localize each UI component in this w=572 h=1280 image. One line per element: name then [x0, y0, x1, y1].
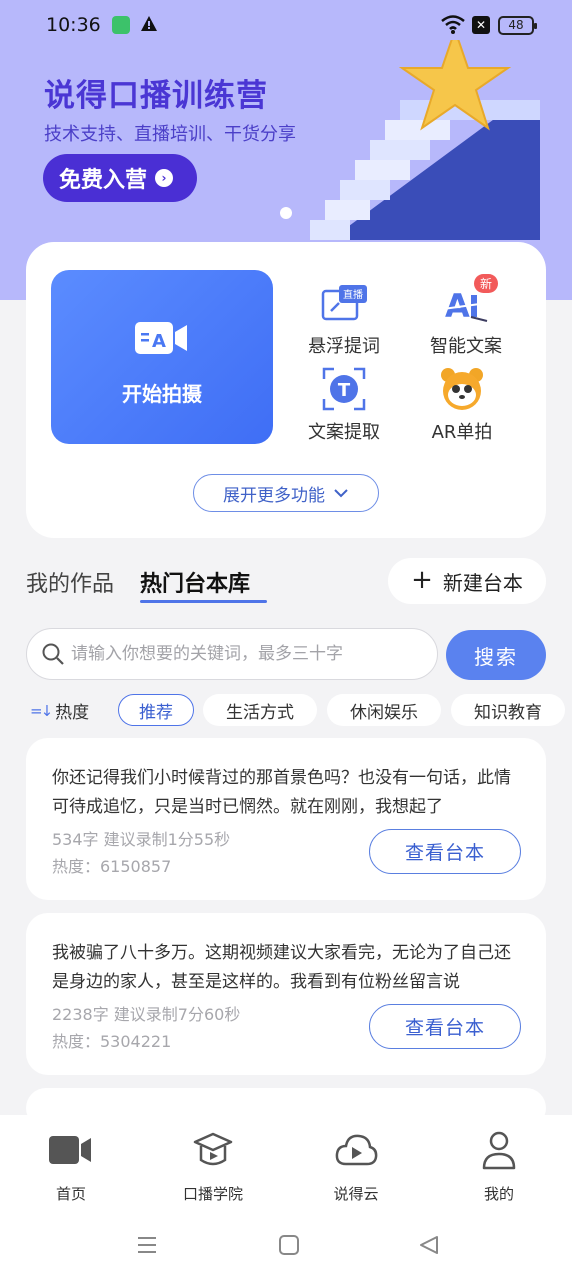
text-extract-button[interactable]: T 文案提取 [284, 366, 404, 444]
start-shooting-label: 开始拍摄 [122, 382, 202, 406]
bottom-nav: 首页 口播学院 说得云 我的 [0, 1115, 572, 1220]
script-excerpt: 你还记得我们小时候背过的那首景色吗？也没有一句话，此情可待成追忆，只是当时已惘然… [52, 768, 511, 817]
svg-text:A: A [152, 331, 166, 352]
tab-hot-scripts[interactable]: 热门台本库 [140, 566, 250, 598]
sort-by-heat[interactable]: =↓ 热度 [30, 698, 90, 724]
free-join-label: 免费入营 [59, 168, 148, 193]
text-extract-icon: T [322, 367, 366, 411]
banner-subtitle: 技术支持、直播培训、干货分享 [44, 124, 296, 145]
sort-label: 热度 [55, 703, 90, 723]
back-triangle-icon[interactable] [418, 1234, 440, 1256]
search-button[interactable]: 搜索 [446, 630, 546, 680]
chevron-down-icon [334, 489, 348, 498]
script-excerpt: 我被骗了八十多万。这期视频建议大家看完，无论为了自己还是身边的家人，甚至是这样的… [52, 943, 511, 992]
tab-active-indicator [140, 600, 267, 603]
nav-profile[interactable]: 我的 [454, 1127, 544, 1204]
ar-single-shot-label: AR单拍 [431, 422, 493, 443]
chip-education[interactable]: 知识教育 [451, 694, 565, 726]
nav-academy[interactable]: 口播学院 [168, 1127, 258, 1204]
text-camera-icon: A [135, 322, 187, 354]
feature-card: A 开始拍摄 直播 悬浮提词 A 新 智能文案 T 文案提取 AR单拍 展开更多… [26, 242, 546, 538]
close-box-icon: ✕ [472, 16, 490, 34]
ai-copywriting-button[interactable]: A 新 智能文案 [406, 274, 526, 358]
ar-panda-icon [441, 368, 483, 410]
expand-more-label: 展开更多功能 [223, 485, 325, 506]
nav-home-label: 首页 [55, 1185, 86, 1203]
system-nav-bar [0, 1220, 572, 1280]
script-heat: 热度：5304221 [52, 1032, 172, 1051]
floating-prompter-label: 悬浮提词 [308, 336, 380, 357]
floating-prompter-button[interactable]: 直播 悬浮提词 [284, 280, 404, 358]
sort-icon: =↓ [30, 701, 53, 720]
nav-cloud-label: 说得云 [333, 1185, 379, 1203]
wifi-icon [441, 15, 465, 34]
plus-icon: + [411, 565, 433, 595]
new-script-button[interactable]: + 新建台本 [388, 558, 546, 604]
script-meta: 2238字 建议录制7分60秒 热度：5304221 [52, 1001, 240, 1055]
script-meta: 534字 建议录制1分55秒 热度：6150857 [52, 826, 230, 880]
floating-prompter-icon: 直播 [321, 285, 367, 321]
chip-lifestyle[interactable]: 生活方式 [203, 694, 317, 726]
view-script-button[interactable]: 查看台本 [369, 1004, 521, 1049]
home-square-icon[interactable] [278, 1234, 300, 1256]
nav-cloud[interactable]: 说得云 [311, 1127, 401, 1204]
menu-icon[interactable] [136, 1234, 158, 1256]
warning-icon [141, 16, 157, 31]
graduation-cap-icon [193, 1132, 233, 1166]
battery-icon: 48 [498, 16, 537, 35]
script-heat: 热度：6150857 [52, 857, 172, 876]
script-length: 534字 建议录制1分55秒 [52, 830, 231, 849]
view-script-button[interactable]: 查看台本 [369, 829, 521, 874]
svg-text:直播: 直播 [343, 288, 363, 301]
start-shooting-button[interactable]: A 开始拍摄 [51, 270, 273, 444]
nav-academy-label: 口播学院 [182, 1185, 243, 1203]
nav-profile-label: 我的 [483, 1185, 514, 1203]
tab-my-works[interactable]: 我的作品 [26, 566, 114, 598]
svg-text:T: T [338, 380, 351, 401]
free-join-button[interactable]: 免费入营 › [43, 154, 197, 202]
search-icon [42, 643, 64, 665]
search-bar [26, 628, 438, 680]
script-card[interactable]: 你还记得我们小时候背过的那首景色吗？也没有一句话，此情可待成追忆，只是当时已惘然… [26, 738, 546, 900]
chevron-right-icon: › [155, 169, 174, 187]
chip-recommended[interactable]: 推荐 [118, 694, 194, 726]
ar-single-shot-button[interactable]: AR单拍 [402, 366, 522, 444]
script-card[interactable]: 我被骗了八十多万。这期视频建议大家看完，无论为了自己还是身边的家人，甚至是这样的… [26, 913, 546, 1075]
text-extract-label: 文案提取 [308, 422, 380, 443]
new-script-label: 新建台本 [442, 570, 523, 595]
person-icon [482, 1131, 516, 1170]
status-time: 10:36 [46, 14, 101, 36]
app-notification-icon [112, 16, 130, 34]
nav-home[interactable]: 首页 [26, 1127, 116, 1204]
search-input[interactable] [71, 644, 431, 664]
cloud-play-icon [335, 1134, 378, 1166]
banner-title: 说得口播训练营 [44, 78, 268, 114]
new-badge: 新 [473, 274, 498, 293]
chip-entertainment[interactable]: 休闲娱乐 [327, 694, 441, 726]
ai-copywriting-label: 智能文案 [430, 336, 502, 357]
script-length: 2238字 建议录制7分60秒 [52, 1005, 241, 1024]
video-camera-icon [49, 1136, 91, 1164]
expand-more-button[interactable]: 展开更多功能 [193, 474, 379, 512]
